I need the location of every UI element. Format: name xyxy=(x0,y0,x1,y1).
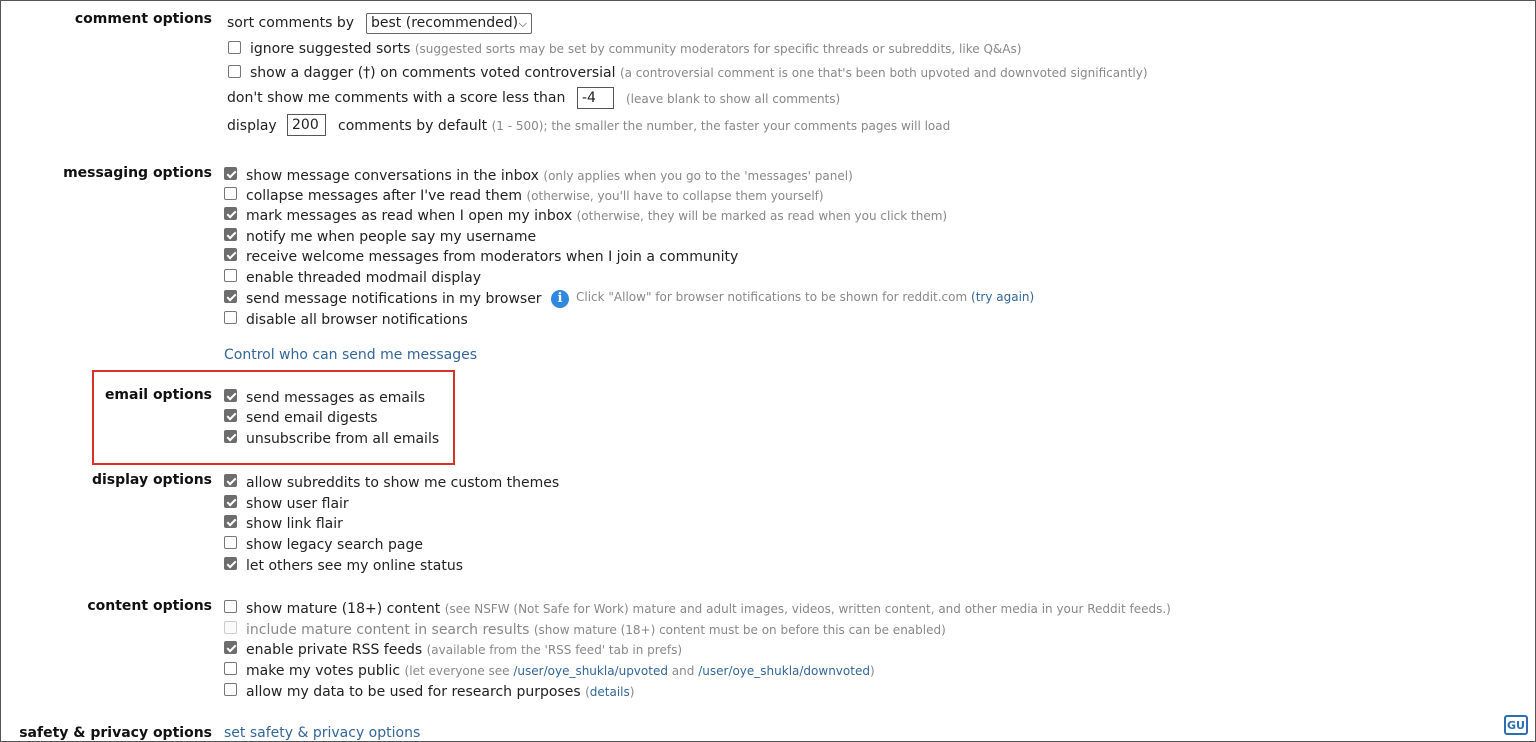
downvoted-link[interactable]: /user/oye_shukla/downvoted xyxy=(698,664,870,678)
msg-browser-notify-label: send message notifications in my browser xyxy=(246,291,542,307)
display-online-status-checkbox[interactable] xyxy=(224,557,237,570)
ignore-suggested-sorts-label: ignore suggested sorts (suggested sorts … xyxy=(250,41,1022,57)
display-custom-themes-label: allow subreddits to show me custom theme… xyxy=(246,475,560,491)
display-user-flair-label: show user flair xyxy=(246,496,349,512)
email-digests-label: send email digests xyxy=(246,410,378,426)
upvoted-link[interactable]: /user/oye_shukla/upvoted xyxy=(513,664,668,678)
content-public-votes-checkbox[interactable] xyxy=(224,662,237,675)
display-count-input[interactable]: 200 xyxy=(287,114,326,136)
msg-welcome-label: receive welcome messages from moderators… xyxy=(246,249,739,265)
content-mature-label: show mature (18+) content (see NSFW (Not… xyxy=(246,601,1171,617)
email-send-messages-label: send messages as emails xyxy=(246,390,426,406)
email-unsubscribe-checkbox[interactable] xyxy=(224,430,237,443)
safety-privacy-heading: safety & privacy options xyxy=(19,725,212,741)
content-public-votes-label: make my votes public (let everyone see /… xyxy=(246,663,875,679)
msg-username-notify-label: notify me when people say my username xyxy=(246,229,537,245)
content-mature-search-label: include mature content in search results… xyxy=(246,622,946,638)
msg-collapse-checkbox[interactable] xyxy=(224,187,237,200)
msg-mark-read-checkbox[interactable] xyxy=(224,207,237,220)
email-digests-checkbox[interactable] xyxy=(224,409,237,422)
content-rss-label: enable private RSS feeds (available from… xyxy=(246,642,682,658)
msg-mark-read-label: mark messages as read when I open my inb… xyxy=(246,208,948,224)
msg-conversations-checkbox[interactable] xyxy=(224,167,237,180)
display-link-flair-label: show link flair xyxy=(246,516,343,532)
msg-threaded-modmail-label: enable threaded modmail display xyxy=(246,270,481,286)
min-score-label: don't show me comments with a score less… xyxy=(227,90,566,106)
comment-options-heading: comment options xyxy=(74,11,212,27)
msg-username-notify-checkbox[interactable] xyxy=(224,228,237,241)
display-user-flair-checkbox[interactable] xyxy=(224,495,237,508)
research-details-link[interactable]: details xyxy=(590,685,630,699)
messaging-options-heading: messaging options xyxy=(63,165,212,181)
msg-disable-browser-checkbox[interactable] xyxy=(224,311,237,324)
msg-browser-notify-checkbox[interactable] xyxy=(224,290,237,303)
try-again-link[interactable]: (try again) xyxy=(971,290,1034,304)
display-options-heading: display options xyxy=(91,472,212,488)
info-icon: i xyxy=(551,290,569,308)
display-legacy-search-label: show legacy search page xyxy=(246,537,423,553)
msg-threaded-modmail-checkbox[interactable] xyxy=(224,269,237,282)
controversial-dagger-label: show a dagger (†) on comments voted cont… xyxy=(250,65,1148,81)
msg-disable-browser-label: disable all browser notifications xyxy=(246,312,468,328)
min-score-input[interactable]: -4 xyxy=(577,87,614,109)
display-count-suffix: comments by default (1 - 500); the small… xyxy=(338,118,951,134)
control-messages-link[interactable]: Control who can send me messages xyxy=(224,347,477,363)
ignore-suggested-sorts-checkbox[interactable] xyxy=(228,41,241,54)
content-rss-checkbox[interactable] xyxy=(224,641,237,654)
email-options-heading: email options xyxy=(104,387,212,403)
sort-comments-value: best (recommended) xyxy=(371,15,519,31)
controversial-dagger-checkbox[interactable] xyxy=(228,65,241,78)
sort-comments-label: sort comments by xyxy=(227,15,354,31)
watermark-logo: GU xyxy=(1504,715,1528,735)
msg-conversations-label: show message conversations in the inbox … xyxy=(246,168,853,184)
email-unsubscribe-label: unsubscribe from all emails xyxy=(246,431,440,447)
content-options-heading: content options xyxy=(87,598,212,614)
sort-comments-select[interactable]: best (recommended) ⌵ xyxy=(366,13,532,34)
min-score-note: (leave blank to show all comments) xyxy=(626,92,841,106)
browser-notify-hint: Click "Allow" for browser notifications … xyxy=(576,290,1035,304)
display-custom-themes-checkbox[interactable] xyxy=(224,474,237,487)
msg-collapse-label: collapse messages after I've read them (… xyxy=(246,188,824,204)
content-research-checkbox[interactable] xyxy=(224,683,237,696)
chevron-down-icon: ⌵ xyxy=(518,17,527,30)
email-send-messages-checkbox[interactable] xyxy=(224,389,237,402)
msg-welcome-checkbox[interactable] xyxy=(224,248,237,261)
display-online-status-label: let others see my online status xyxy=(246,558,463,574)
display-count-label: display xyxy=(227,118,277,134)
safety-privacy-link[interactable]: set safety & privacy options xyxy=(224,725,420,741)
display-link-flair-checkbox[interactable] xyxy=(224,515,237,528)
content-research-label: allow my data to be used for research pu… xyxy=(246,684,635,700)
content-mature-checkbox[interactable] xyxy=(224,600,237,613)
display-legacy-search-checkbox[interactable] xyxy=(224,536,237,549)
content-mature-search-checkbox xyxy=(224,621,237,634)
